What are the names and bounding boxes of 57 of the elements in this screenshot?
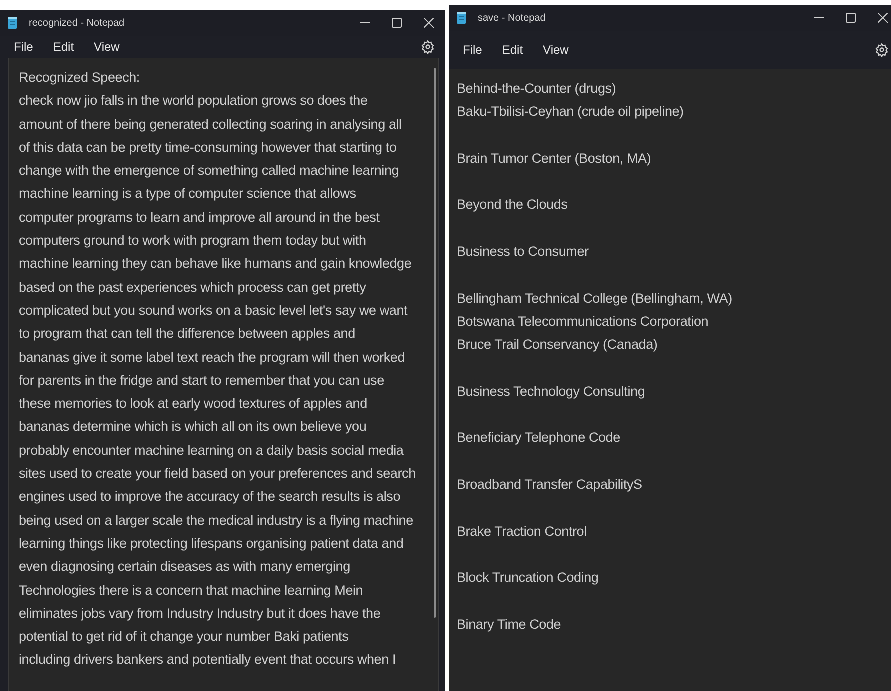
text-line: computers ground to work with program them today but with [19,232,366,250]
text-line: these memories to look at early wood textures of apples and [19,395,368,414]
text-line: engines used to improve the accuracy of the search results is also [19,488,401,506]
text-line: for parents in the fridge and start to remember that you can use [19,372,384,390]
maximize-icon [846,13,856,23]
notepad-icon [457,12,466,24]
settings-icon[interactable] [421,40,435,54]
text-line: Brake Traction Control [457,522,587,541]
text-line: Bruce Trail Conservancy (Canada) [457,336,658,354]
text-line: amount of there being generated collecting soaring in analysing all [19,116,402,134]
menu-item[interactable]: File [6,36,42,58]
text-line: learning things like protecting lifespans organising patient data and [19,534,404,553]
menu-item[interactable]: Edit [494,39,532,61]
text-line: machine learning is a type of computer science that allows [19,185,356,204]
text-line: bananas give it some label text reach the program will then worked [19,348,406,367]
text-line: Broadband Transfer CapabilityS [457,476,642,494]
text-line: Brain Tumor Center (Boston, MA) [457,150,652,168]
text-line: of this data can be pretty time-consuming however that starting to [19,138,397,157]
text-line: based on the past experiences which process can get pretty [19,278,366,297]
text-line: Botswana Telecommunications Corporation [457,312,709,331]
settings-icon[interactable] [875,43,889,57]
window-title: save - Notepad [478,12,547,24]
text-line: bananas determine which is which all on its own believe you [19,418,367,436]
text-line: Bellingham Technical College (Bellingham, WA) [457,290,732,308]
scrollbar[interactable] [434,68,436,618]
text-line: Technologies there is a concern that machine learning Mein [19,582,364,600]
text-line: Baku-Tbilisi-Ceyhan (crude oil pipeline) [457,103,684,122]
window-title: recognized - Notepad [29,18,126,28]
text-line: check now jio falls in the world population grows so does the [19,92,368,110]
text-line: eliminates jobs vary from Industry Industry but it does have the [19,604,381,623]
text-line: sites used to create your field based on your preferences and search [19,465,416,484]
menu-item[interactable]: Edit [45,36,82,58]
close-icon [878,13,888,23]
text-line: Beyond the Clouds [457,196,568,214]
text-line: change with the emergence of something called machine learning [19,162,400,180]
text-line: being used on a larger scale the medical industry is a flying machine [19,512,414,530]
text-line: including drivers bankers and potentially event that occurs when I [19,651,396,670]
text-line: probably encounter machine learning on a daily basis social media [19,442,404,460]
text-line: potential to get rid of it change your number Baki patients [19,628,349,646]
text-line: machine learning they can behave like humans and gain knowledge [19,255,412,274]
menu-item[interactable]: File [455,39,490,61]
menu-item[interactable]: View [86,36,128,58]
text-line: Business to Consumer [457,243,589,262]
close-icon [424,18,434,28]
text-line: Recognized Speech: [19,69,140,87]
text-line: computer programs to learn and improve all around in the best [19,208,380,227]
text-line: Beneficiary Telephone Code [457,429,620,448]
text-line: to program that can tell the difference between apples and [19,325,356,344]
text-line: Behind-the-Counter (drugs) [457,80,616,98]
notepad-icon [8,17,17,29]
text-line: complicated but you sound works on a basic level let's say we want [19,302,408,320]
text-line: even diagnosing certain diseases as with many emerging [19,558,350,576]
text-line: Block Truncation Coding [457,569,599,588]
maximize-icon [392,18,402,28]
menu-item[interactable]: View [535,39,577,61]
text-line: Business Technology Consulting [457,382,646,401]
text-line: Binary Time Code [457,616,562,634]
